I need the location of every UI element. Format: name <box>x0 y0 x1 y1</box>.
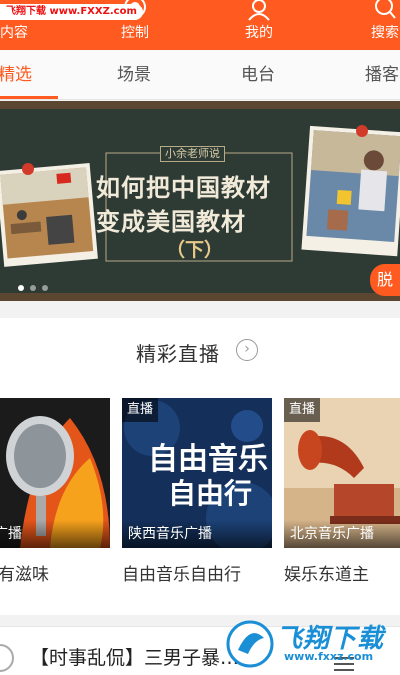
banner-title-line1: 如何把中国教材 <box>96 173 271 202</box>
live-card[interactable]: 自由音乐 自由行 直播 陕西音乐广播 <box>122 398 272 548</box>
tab-featured[interactable]: 精选 <box>0 50 32 100</box>
nav-search[interactable]: 搜索 <box>360 0 400 50</box>
watermark-top: 飞翔下载 www.FXXZ.com <box>0 4 143 20</box>
live-section-title: 精彩直播 <box>136 342 220 366</box>
nav-mine-label: 我的 <box>245 25 273 41</box>
search-icon <box>375 0 396 19</box>
live-card-title[interactable]: 有滋味 <box>0 560 49 585</box>
live-card[interactable]: 音乐广播 <box>0 398 110 548</box>
category-tabs: 精选 场景 电台 播客 <box>0 50 400 100</box>
tab-radio[interactable]: 电台 <box>241 50 275 100</box>
banner-cta-button[interactable]: 脱 <box>370 264 400 296</box>
live-badge: 直播 <box>122 398 159 422</box>
banner-subtitle: 小余老师说 <box>160 146 225 162</box>
nav-search-label: 搜索 <box>371 25 399 41</box>
tab-podcast[interactable]: 播客 <box>365 50 399 100</box>
active-tab-indicator <box>0 96 58 99</box>
live-card-title[interactable]: 娱乐东道主 <box>284 560 369 585</box>
tab-scenes[interactable]: 场景 <box>117 50 151 100</box>
carousel-dot[interactable] <box>42 285 48 291</box>
carousel-dot-active[interactable] <box>18 285 24 291</box>
app-root: 内容 控制 我的 搜索 飞翔下载 www.FXXZ.com 精选 场景 电台 播… <box>0 0 400 675</box>
carousel-dot[interactable] <box>30 285 36 291</box>
banner-title-line3: （下） <box>166 239 224 261</box>
classroom-photo-left <box>0 163 98 267</box>
live-card[interactable]: 直播 北京音乐广播 <box>284 398 400 548</box>
live-card-title[interactable]: 自由音乐自由行 <box>122 560 241 585</box>
live-badge: 直播 <box>284 398 321 422</box>
chevron-right-icon[interactable]: › <box>236 339 258 361</box>
user-icon <box>248 0 270 21</box>
nav-mine[interactable]: 我的 <box>234 0 284 50</box>
promo-banner[interactable]: 小余老师说 如何把中国教材 变成美国教材 （下） 脱 <box>0 101 400 301</box>
live-card-station: 音乐广播 <box>0 520 110 548</box>
banner-title-line2: 变成美国教材 <box>96 207 246 236</box>
nav-content-label: 内容 <box>0 25 28 41</box>
program-title[interactable]: 【时事乱侃】三男子暴… <box>30 643 239 670</box>
nav-control-label: 控制 <box>121 25 149 41</box>
live-card-station: 北京音乐广播 <box>284 520 400 548</box>
teacher-photo-right <box>301 125 400 257</box>
watermark-url: www.fxxz.com <box>284 650 374 663</box>
live-card-station: 陕西音乐广播 <box>122 520 272 548</box>
card-art-text-2: 自由行 <box>168 477 253 510</box>
top-nav-bar: 内容 控制 我的 搜索 飞翔下载 www.FXXZ.com <box>0 0 400 50</box>
